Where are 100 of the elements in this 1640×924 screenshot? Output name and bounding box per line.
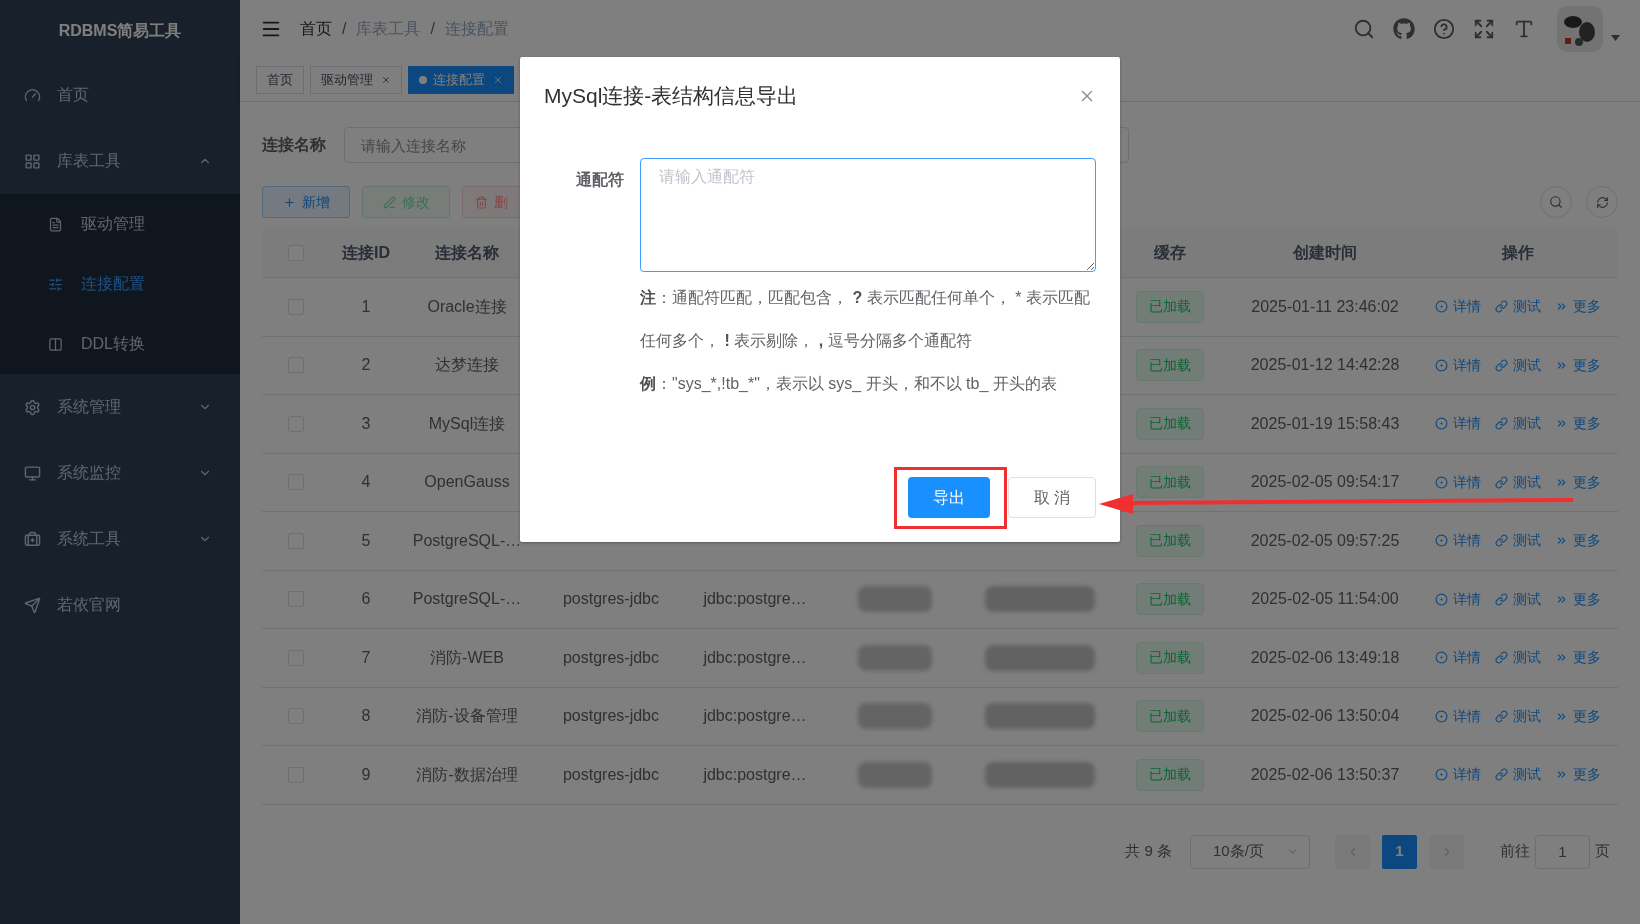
link-icon [1494, 534, 1508, 548]
table-cell-text: PostgreSQL-… [411, 589, 523, 610]
table-cell-text: postgres-jdbc [561, 706, 660, 727]
action-link[interactable]: 更多 [1554, 413, 1601, 435]
link-icon [1494, 651, 1508, 665]
page-button[interactable]: 1 [1382, 834, 1417, 869]
action-link[interactable]: 测试 [1494, 471, 1541, 493]
table-cell-text: jdbc:postgre… [702, 764, 808, 785]
document-icon [48, 216, 63, 232]
action-link[interactable]: 测试 [1494, 647, 1541, 669]
breadcrumb-item[interactable]: 首页 [300, 17, 332, 41]
sidebar-item[interactable]: 若依官网 [0, 572, 240, 638]
paper-plane-icon [24, 596, 41, 614]
submenu-item[interactable]: 驱动管理 [0, 194, 240, 254]
breadcrumb-separator: / [430, 19, 435, 39]
table-cell-text: 2025-02-06 13:50:04 [1249, 706, 1401, 727]
refresh-icon [1595, 195, 1609, 209]
action-link[interactable]: 更多 [1554, 764, 1601, 786]
table-cell-text: 6 [360, 589, 372, 610]
export-button[interactable]: 导出 [908, 477, 990, 518]
action-link[interactable]: 详情 [1434, 354, 1481, 376]
table-cell-text: 3 [360, 413, 372, 434]
gauge-icon [24, 86, 41, 104]
link-icon [1494, 768, 1508, 782]
github-icon[interactable] [1393, 18, 1415, 40]
table-cell-text: 9 [360, 764, 372, 785]
note-text: 例："sys_*,!tb_*"，表示以 sys_ 开头，和不以 tb_ 开头的表 [640, 374, 1058, 394]
action-link[interactable]: 详情 [1434, 413, 1481, 435]
caret-down-icon[interactable] [1611, 35, 1620, 41]
target-icon [1434, 417, 1448, 431]
action-link[interactable]: 详情 [1434, 471, 1481, 493]
fullscreen-icon[interactable] [1473, 18, 1495, 40]
action-link[interactable]: 详情 [1434, 764, 1481, 786]
close-icon[interactable] [493, 74, 503, 85]
table-cell-text: jdbc:postgre… [702, 589, 808, 610]
font-size-icon[interactable] [1513, 18, 1535, 40]
sidebar-item[interactable]: 系统管理 [0, 374, 240, 440]
target-icon [1434, 534, 1448, 548]
tab[interactable]: 驱动管理 [310, 65, 402, 94]
action-link[interactable]: 更多 [1554, 588, 1601, 610]
wildcard-field[interactable]: 请输入通配符 [640, 158, 1096, 272]
target-icon [1434, 358, 1448, 372]
page-input[interactable]: 1 [1535, 834, 1590, 869]
sidebar-item[interactable]: 首页 [0, 62, 240, 128]
next-page-button[interactable] [1429, 834, 1464, 869]
table-cell-text: 2025-02-05 09:57:25 [1249, 530, 1401, 551]
table-cell-text: postgres-jdbc [561, 647, 660, 668]
field-label: 连接名称 [262, 135, 326, 155]
action-link[interactable]: 更多 [1554, 647, 1601, 669]
table-cell-text: 2025-02-06 13:49:18 [1249, 647, 1401, 668]
target-icon [1434, 768, 1448, 782]
action-link[interactable]: 更多 [1554, 296, 1601, 318]
action-link[interactable]: 测试 [1494, 296, 1541, 318]
submenu-item[interactable]: DDL转换 [0, 314, 240, 374]
action-link[interactable]: 详情 [1434, 647, 1481, 669]
action-link[interactable]: 测试 [1494, 764, 1541, 786]
sidebar-item[interactable]: 库表工具 [0, 128, 240, 194]
status-tag: 已加载 [1136, 700, 1204, 733]
tab[interactable]: 连接配置 [408, 65, 514, 94]
action-link[interactable]: 测试 [1494, 588, 1541, 610]
table-cell-text: Oracle连接 [426, 296, 508, 317]
action-link[interactable]: 更多 [1554, 705, 1601, 727]
status-tag: 已加载 [1136, 583, 1204, 616]
total-count: 共 9 条 [1125, 841, 1172, 862]
monitor-icon [24, 464, 41, 482]
action-link[interactable]: 更多 [1554, 354, 1601, 376]
sidebar-item[interactable]: 系统工具 [0, 506, 240, 572]
status-tag: 已加载 [1136, 349, 1204, 382]
page-size-select[interactable]: 10条/页 [1190, 834, 1310, 869]
submenu-item[interactable]: 连接配置 [0, 254, 240, 314]
search-icon[interactable] [1353, 18, 1375, 40]
table-cell-text: 2025-01-12 14:42:28 [1249, 355, 1401, 376]
tab[interactable]: 首页 [256, 65, 304, 94]
action-link[interactable]: 更多 [1554, 530, 1601, 552]
action-link[interactable]: 测试 [1494, 354, 1541, 376]
sidebar-item[interactable]: 系统监控 [0, 440, 240, 506]
link-icon [1494, 358, 1508, 372]
action-link[interactable]: 详情 [1434, 296, 1481, 318]
table-cell-text: 2 [360, 355, 372, 376]
search-icon [1549, 195, 1563, 209]
add-button[interactable]: 新增 [262, 186, 350, 218]
close-icon[interactable] [381, 74, 391, 85]
action-link[interactable]: 测试 [1494, 530, 1541, 552]
grid-icon [24, 152, 41, 170]
action-link[interactable]: 详情 [1434, 705, 1481, 727]
action-link[interactable]: 更多 [1554, 471, 1601, 493]
target-icon [1434, 709, 1448, 723]
previous-page-button[interactable] [1335, 834, 1370, 869]
table-cell-text: 2025-02-05 11:54:00 [1250, 589, 1400, 610]
table-cell-text: 1 [360, 296, 372, 317]
table-cell-text: 2025-02-05 09:54:17 [1249, 472, 1401, 493]
cancel-button[interactable]: 取 消 [1008, 477, 1096, 518]
action-link[interactable]: 测试 [1494, 413, 1541, 435]
action-link[interactable]: 测试 [1494, 705, 1541, 727]
table-cell-text: 达梦连接 [434, 355, 500, 376]
help-icon[interactable] [1433, 18, 1455, 40]
table-cell-text: 消防-WEB [429, 647, 505, 668]
action-link[interactable]: 详情 [1434, 588, 1481, 610]
table-cell-text: postgres-jdbc [561, 764, 660, 785]
action-link[interactable]: 详情 [1434, 530, 1481, 552]
